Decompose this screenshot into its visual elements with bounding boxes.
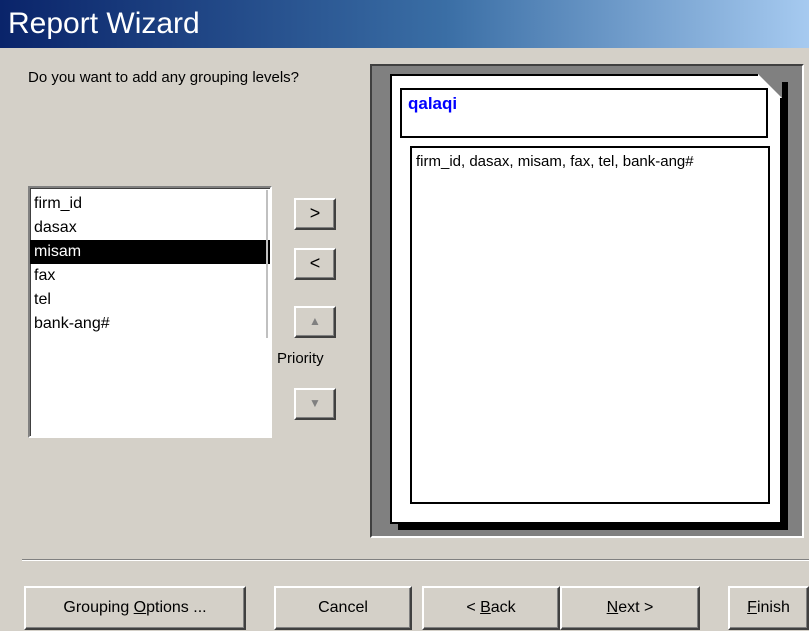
available-fields-list[interactable]: firm_id dasax misam fax tel bank-ang# [28, 186, 272, 438]
grouping-options-mnemonic: O [133, 599, 147, 616]
arrow-down-icon: ▼ [309, 396, 321, 410]
field-item-tel[interactable]: tel [30, 288, 270, 312]
grouping-options-button[interactable]: Grouping Options ... [24, 586, 246, 630]
grouping-options-label-post: ptions ... [146, 599, 207, 616]
preview-group-header: qalaqi [400, 88, 768, 138]
back-label-pre: < [466, 599, 481, 616]
cancel-button[interactable]: Cancel [274, 586, 412, 630]
next-button[interactable]: Next > [560, 586, 700, 630]
preview-page: qalaqi firm_id, dasax, misam, fax, tel, … [390, 74, 782, 524]
field-item-misam[interactable]: misam [30, 240, 270, 264]
footer-separator [22, 559, 809, 561]
field-item-bank-ang[interactable]: bank-ang# [30, 312, 270, 336]
window-title: Report Wizard [0, 0, 809, 48]
finish-label-post: inish [756, 599, 790, 616]
priority-label: Priority [277, 350, 324, 367]
priority-down-button[interactable]: ▼ [294, 388, 336, 420]
grouping-question: Do you want to add any grouping levels? [28, 69, 300, 86]
field-item-fax[interactable]: fax [30, 264, 270, 288]
grouping-options-label-pre: Grouping [63, 599, 134, 616]
back-mnemonic: B [480, 599, 491, 616]
field-item-dasax[interactable]: dasax [30, 216, 270, 240]
next-mnemonic: N [606, 599, 619, 616]
add-grouping-button[interactable]: > [294, 198, 336, 230]
field-item-firm-id[interactable]: firm_id [30, 192, 270, 216]
finish-button[interactable]: Finish [728, 586, 809, 630]
next-label-post: ext > [618, 599, 654, 616]
list-scroll-edge [266, 190, 268, 338]
finish-mnemonic: F [747, 599, 757, 616]
remove-grouping-button[interactable]: < [294, 248, 336, 280]
back-button[interactable]: < Back [422, 586, 560, 630]
arrow-up-icon: ▲ [309, 314, 321, 328]
back-label-post: ack [490, 599, 516, 616]
priority-up-button[interactable]: ▲ [294, 306, 336, 338]
preview-detail-fields: firm_id, dasax, misam, fax, tel, bank-an… [410, 146, 770, 504]
